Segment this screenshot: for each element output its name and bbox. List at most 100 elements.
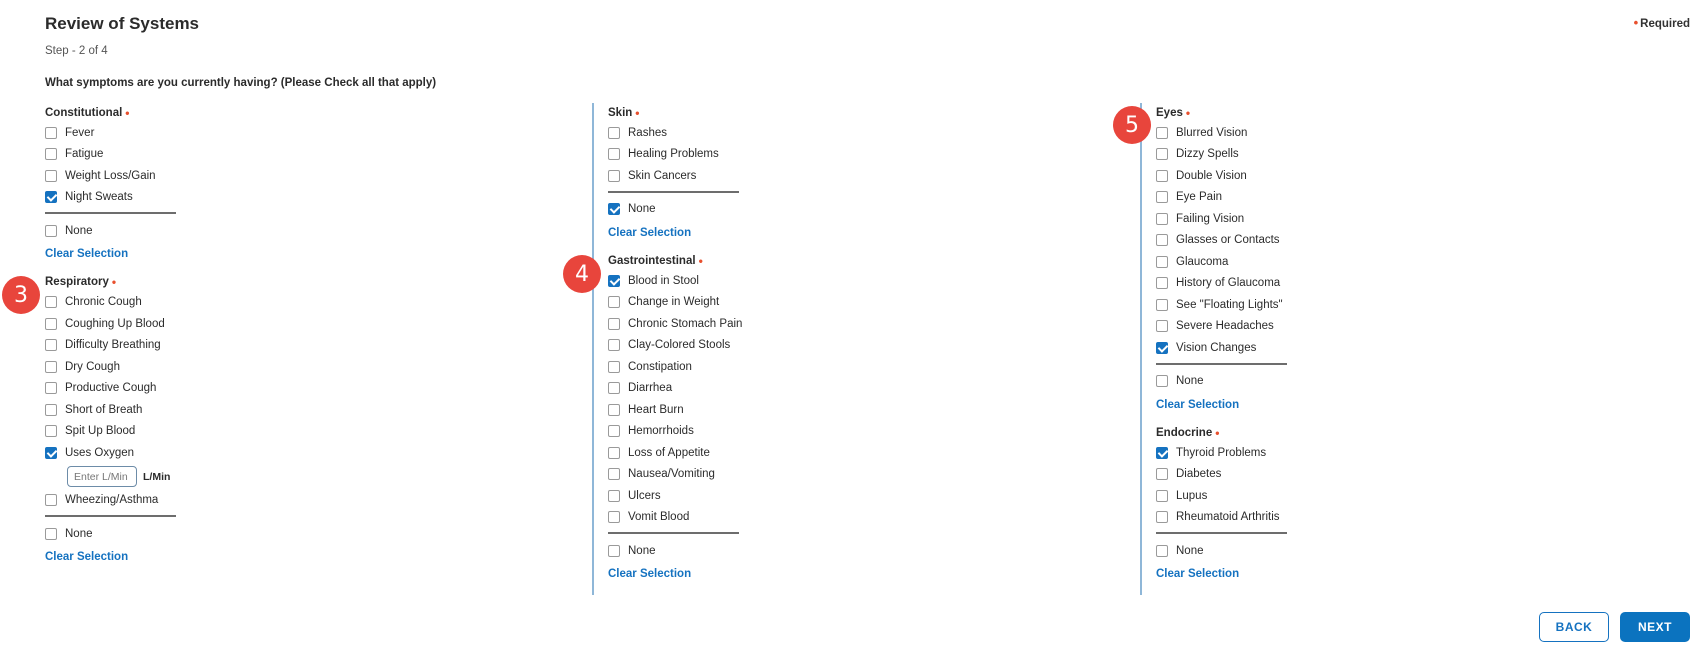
next-button[interactable]: NEXT (1620, 612, 1690, 642)
checkbox[interactable] (608, 468, 620, 481)
option-row[interactable]: Difficulty Breathing (45, 335, 345, 357)
clear-selection-link[interactable]: Clear Selection (1156, 562, 1456, 587)
checkbox[interactable] (608, 360, 620, 373)
option-row[interactable]: Heart Burn (608, 399, 908, 421)
option-row[interactable]: Vision Changes (1156, 337, 1456, 359)
option-row[interactable]: Dizzy Spells (1156, 144, 1456, 166)
option-row[interactable]: Dry Cough (45, 356, 345, 378)
none-option[interactable]: None (608, 199, 908, 221)
checkbox[interactable] (45, 425, 57, 438)
checkbox[interactable] (1156, 169, 1168, 182)
checkbox[interactable] (608, 169, 620, 182)
checkbox[interactable] (1156, 148, 1168, 161)
checkbox[interactable] (608, 403, 620, 416)
checkbox[interactable] (608, 317, 620, 330)
checkbox[interactable] (608, 339, 620, 352)
checkbox[interactable] (1156, 212, 1168, 225)
clear-selection-link[interactable]: Clear Selection (45, 545, 345, 570)
checkbox[interactable] (608, 511, 620, 524)
checkbox[interactable] (1156, 511, 1168, 524)
option-row[interactable]: Loss of Appetite (608, 442, 908, 464)
none-option[interactable]: None (45, 523, 345, 545)
oxygen-rate-input[interactable] (67, 466, 137, 487)
checkbox[interactable] (1156, 255, 1168, 268)
option-row[interactable]: History of Glaucoma (1156, 273, 1456, 295)
checkbox-checked[interactable] (45, 446, 57, 459)
checkbox[interactable] (608, 382, 620, 395)
option-row[interactable]: Ulcers (608, 485, 908, 507)
option-row[interactable]: Chronic Cough (45, 292, 345, 314)
checkbox[interactable] (45, 382, 57, 395)
option-row[interactable]: Eye Pain (1156, 187, 1456, 209)
option-row[interactable]: Rashes (608, 122, 908, 144)
option-row[interactable]: Diabetes (1156, 464, 1456, 486)
checkbox-checked[interactable] (608, 274, 620, 287)
option-row[interactable]: Healing Problems (608, 144, 908, 166)
none-option[interactable]: None (608, 540, 908, 562)
option-row[interactable]: Productive Cough (45, 378, 345, 400)
checkbox[interactable] (45, 317, 57, 330)
option-row[interactable]: Severe Headaches (1156, 316, 1456, 338)
option-row[interactable]: Change in Weight (608, 292, 908, 314)
checkbox-checked[interactable] (608, 203, 620, 216)
checkbox[interactable] (45, 403, 57, 416)
option-row[interactable]: Vomit Blood (608, 507, 908, 529)
option-row[interactable]: Coughing Up Blood (45, 313, 345, 335)
checkbox[interactable] (45, 296, 57, 309)
checkbox[interactable] (45, 527, 57, 540)
checkbox[interactable] (1156, 126, 1168, 139)
option-row[interactable]: Failing Vision (1156, 208, 1456, 230)
checkbox[interactable] (45, 494, 57, 507)
option-row[interactable]: Double Vision (1156, 165, 1456, 187)
option-row[interactable]: Skin Cancers (608, 165, 908, 187)
option-row[interactable]: Hemorrhoids (608, 421, 908, 443)
clear-selection-link[interactable]: Clear Selection (45, 242, 345, 267)
checkbox[interactable] (45, 339, 57, 352)
back-button[interactable]: BACK (1539, 612, 1609, 642)
option-row[interactable]: Wheezing/Asthma (45, 490, 345, 512)
option-row[interactable]: Short of Breath (45, 399, 345, 421)
option-row[interactable]: Thyroid Problems (1156, 442, 1456, 464)
checkbox[interactable] (608, 544, 620, 557)
option-row[interactable]: Glaucoma (1156, 251, 1456, 273)
checkbox[interactable] (1156, 468, 1168, 481)
checkbox[interactable] (1156, 191, 1168, 204)
option-row[interactable]: Glasses or Contacts (1156, 230, 1456, 252)
option-row[interactable]: Spit Up Blood (45, 421, 345, 443)
option-row[interactable]: Weight Loss/Gain (45, 165, 345, 187)
option-row[interactable]: See "Floating Lights" (1156, 294, 1456, 316)
option-row[interactable]: Rheumatoid Arthritis (1156, 507, 1456, 529)
option-row[interactable]: Blood in Stool (608, 270, 908, 292)
option-row[interactable]: Nausea/Vomiting (608, 464, 908, 486)
checkbox[interactable] (45, 360, 57, 373)
checkbox[interactable] (1156, 298, 1168, 311)
option-row[interactable]: Clay-Colored Stools (608, 335, 908, 357)
checkbox[interactable] (1156, 234, 1168, 247)
checkbox[interactable] (608, 446, 620, 459)
checkbox-checked[interactable] (1156, 341, 1168, 354)
checkbox[interactable] (45, 224, 57, 237)
checkbox[interactable] (45, 126, 57, 139)
option-row[interactable]: Blurred Vision (1156, 122, 1456, 144)
checkbox-checked[interactable] (1156, 446, 1168, 459)
checkbox[interactable] (1156, 544, 1168, 557)
checkbox[interactable] (1156, 375, 1168, 388)
option-row[interactable]: Fever (45, 122, 345, 144)
clear-selection-link[interactable]: Clear Selection (608, 220, 908, 245)
checkbox[interactable] (1156, 277, 1168, 290)
checkbox[interactable] (608, 126, 620, 139)
checkbox[interactable] (608, 489, 620, 502)
none-option[interactable]: None (1156, 371, 1456, 393)
option-row[interactable]: Chronic Stomach Pain (608, 313, 908, 335)
clear-selection-link[interactable]: Clear Selection (1156, 392, 1456, 417)
option-row[interactable]: Night Sweats (45, 187, 345, 209)
option-row[interactable]: Fatigue (45, 144, 345, 166)
checkbox[interactable] (1156, 489, 1168, 502)
clear-selection-link[interactable]: Clear Selection (608, 562, 908, 587)
checkbox[interactable] (608, 148, 620, 161)
checkbox-checked[interactable] (45, 191, 57, 204)
checkbox[interactable] (1156, 320, 1168, 333)
option-row[interactable]: Lupus (1156, 485, 1456, 507)
checkbox[interactable] (45, 169, 57, 182)
option-row[interactable]: Diarrhea (608, 378, 908, 400)
